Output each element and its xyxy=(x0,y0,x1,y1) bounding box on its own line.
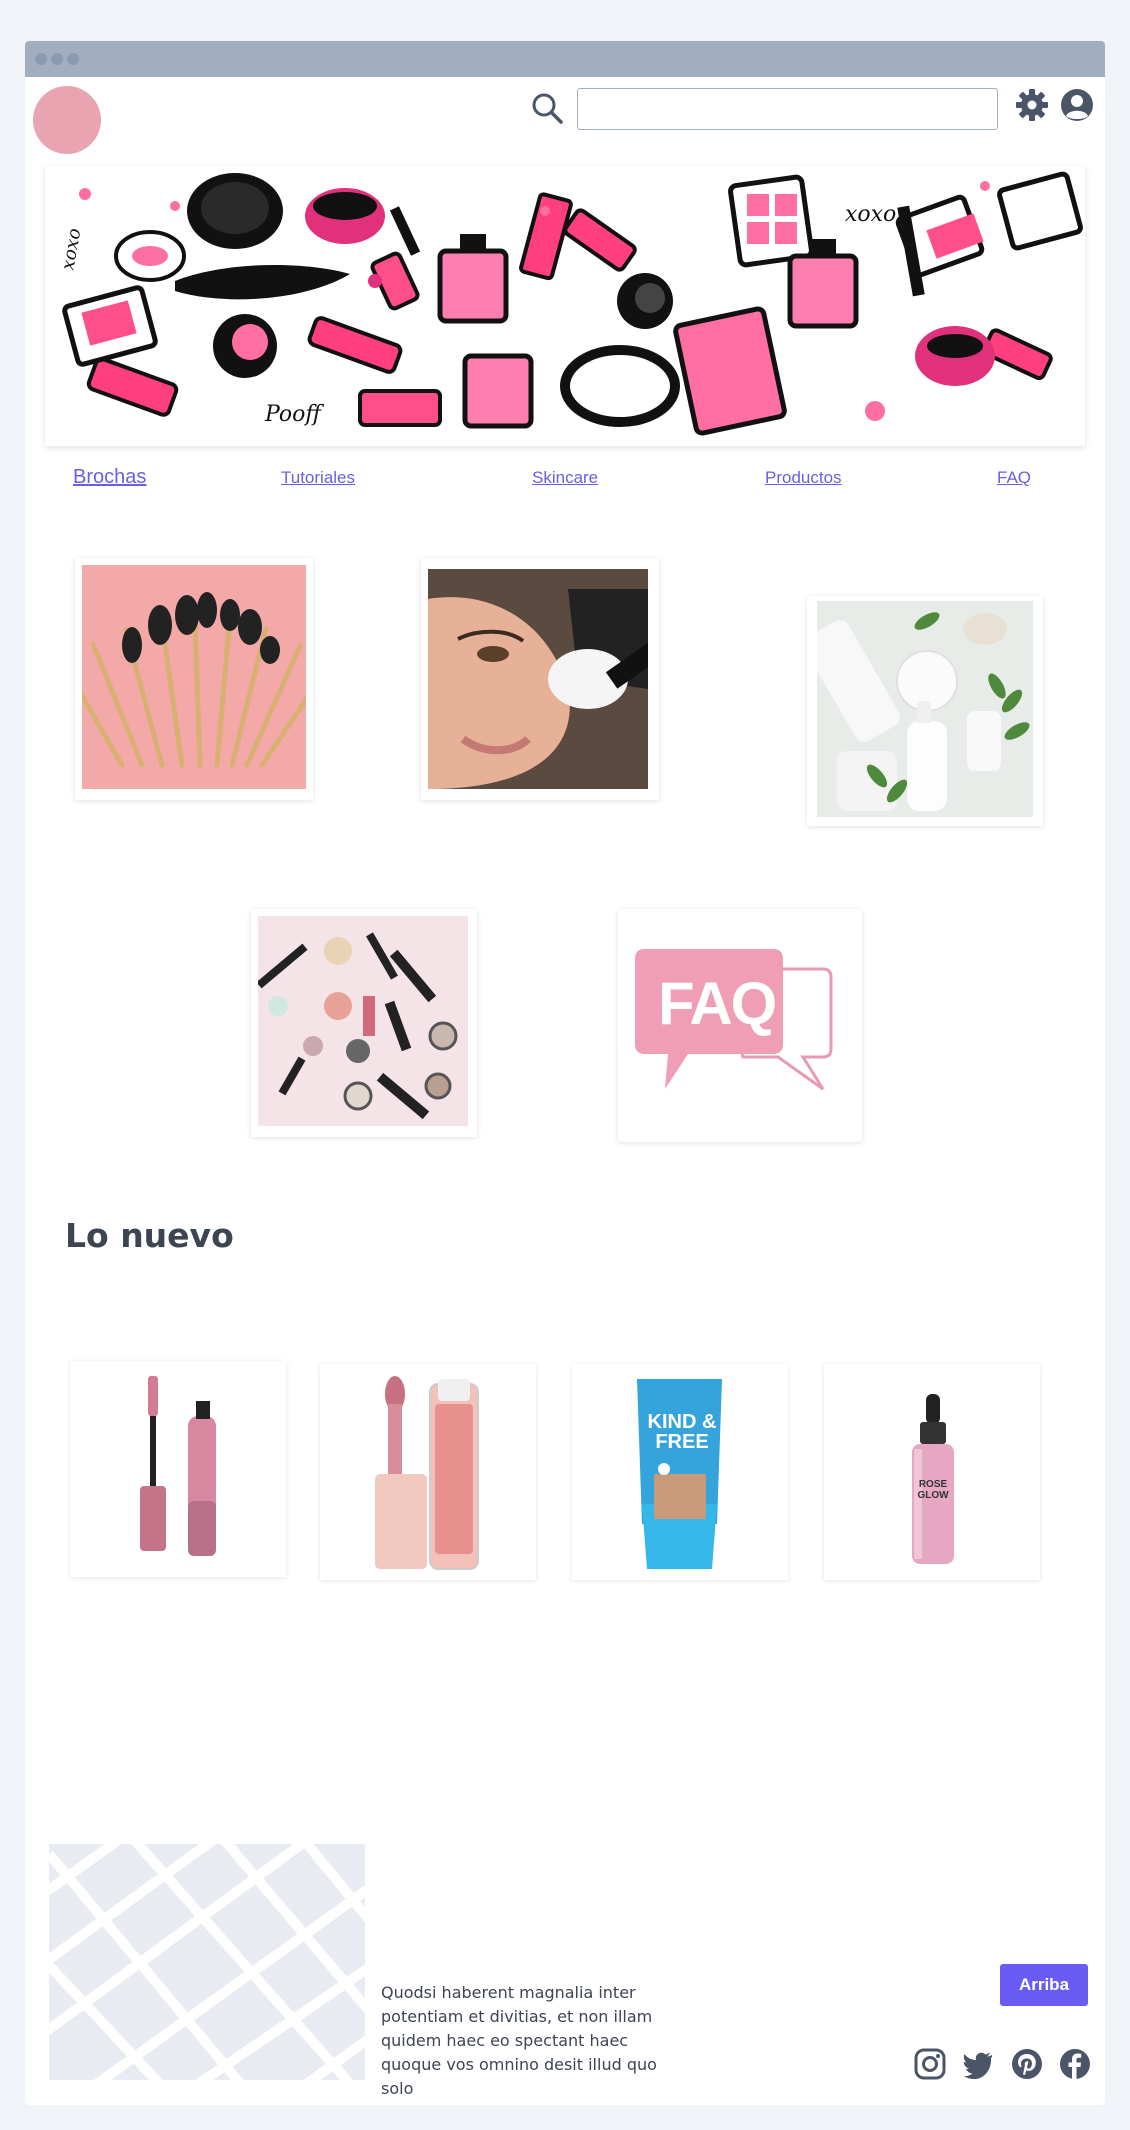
user-avatar-icon[interactable] xyxy=(1060,88,1094,122)
product-card-foundation[interactable]: KIND & FREE xyxy=(572,1364,788,1580)
window-dot-close[interactable] xyxy=(35,53,47,65)
footer-text: Quodsi haberent magnalia inter potentiam… xyxy=(381,1983,657,2098)
brushes-image xyxy=(82,565,306,789)
facebook-icon[interactable] xyxy=(1058,2047,1092,2081)
makeup-application-image xyxy=(428,569,648,789)
product-card-serum[interactable]: ROSE GLOW xyxy=(824,1364,1040,1580)
serum-brand-text: ROSE GLOW xyxy=(917,1479,949,1501)
category-card-skincare[interactable] xyxy=(807,596,1043,826)
twitter-icon[interactable] xyxy=(961,2047,995,2081)
search-input[interactable] xyxy=(577,88,998,130)
lip-gloss-image xyxy=(375,1376,479,1570)
mascara-image xyxy=(140,1376,216,1556)
window-dot-minimize[interactable] xyxy=(51,53,63,65)
window-titlebar xyxy=(25,41,1105,77)
nav-link-tutoriales[interactable]: Tutoriales xyxy=(281,468,355,488)
category-card-faq[interactable]: FAQ xyxy=(618,909,862,1142)
section-title-new: Lo nuevo xyxy=(65,1216,234,1255)
category-card-makeup-flatlay[interactable] xyxy=(251,909,477,1137)
category-card-makeup-application[interactable] xyxy=(421,558,659,800)
instagram-icon[interactable] xyxy=(913,2047,947,2081)
footer-map[interactable] xyxy=(49,1844,365,2080)
browser-window: xoxo Pooff xoxo Brochas Tutoriales Skinc… xyxy=(25,41,1105,2105)
search-icon[interactable] xyxy=(530,91,564,125)
nav-link-faq[interactable]: FAQ xyxy=(997,468,1031,488)
logo[interactable] xyxy=(33,86,101,154)
category-card-brushes[interactable] xyxy=(75,558,313,800)
window-dot-maximize[interactable] xyxy=(67,53,79,65)
svg-text:xoxo: xoxo xyxy=(845,202,896,227)
skincare-image xyxy=(817,601,1033,817)
back-to-top-button[interactable]: Arriba xyxy=(1000,1964,1088,2006)
svg-text:Pooff: Pooff xyxy=(264,402,324,427)
faq-label: FAQ xyxy=(658,970,777,1037)
nav-link-skincare[interactable]: Skincare xyxy=(532,468,598,488)
pinterest-icon[interactable] xyxy=(1010,2047,1044,2081)
product-card-mascara[interactable] xyxy=(70,1361,286,1577)
nav-link-brochas[interactable]: Brochas xyxy=(73,466,146,489)
makeup-illustration: xoxo Pooff xoxo xyxy=(45,166,1085,446)
foundation-brand-text: KIND & FREE xyxy=(647,1411,717,1453)
nav-link-productos[interactable]: Productos xyxy=(765,468,842,488)
serum-image xyxy=(912,1394,954,1564)
foundation-image xyxy=(637,1379,722,1569)
hero-banner: xoxo Pooff xoxo xyxy=(45,166,1085,446)
makeup-flatlay-image xyxy=(258,916,468,1126)
product-card-lip-gloss[interactable] xyxy=(320,1364,536,1580)
gear-icon[interactable] xyxy=(1015,88,1049,122)
